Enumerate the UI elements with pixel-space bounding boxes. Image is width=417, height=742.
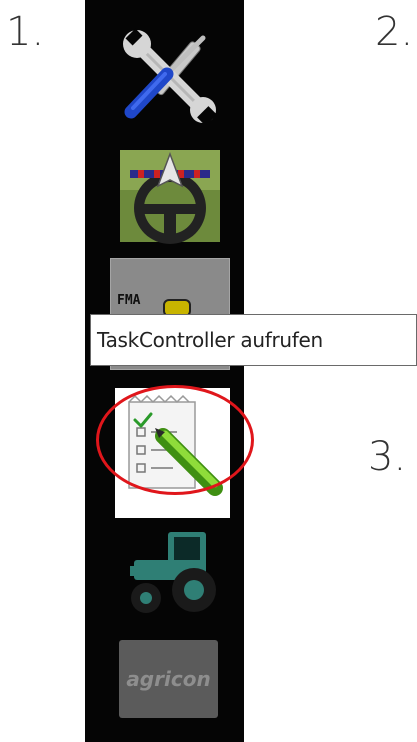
guidance-steering-icon[interactable] — [116, 146, 224, 248]
tractor-icon[interactable] — [116, 530, 224, 616]
fma-label: FMA — [117, 293, 141, 308]
highlight-circle — [96, 385, 254, 495]
step-number-3: 3. — [368, 434, 407, 480]
tooltip: TaskController aufrufen — [90, 314, 417, 366]
settings-tools-icon[interactable] — [117, 28, 221, 126]
agricon-logo[interactable]: agricon — [119, 640, 218, 718]
step-number-2: 2. — [375, 9, 414, 55]
step-number-1: 1. — [6, 9, 45, 55]
agricon-label: agricon — [126, 667, 211, 691]
